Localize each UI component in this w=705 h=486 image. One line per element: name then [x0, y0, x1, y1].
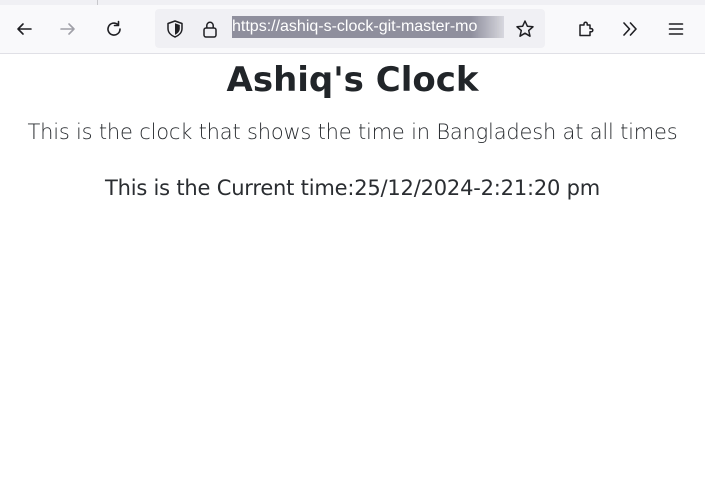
extensions-button[interactable] [570, 13, 602, 45]
overflow-chevrons-icon [623, 22, 637, 36]
reload-button[interactable] [98, 13, 130, 45]
site-info-lock[interactable] [200, 19, 220, 39]
url-text[interactable]: https://ashiq-s-clock-git-master-mo [232, 16, 504, 38]
lock-icon [203, 21, 217, 38]
extensions-icon [579, 21, 594, 37]
star-icon [516, 20, 534, 37]
tracking-protection-shield[interactable] [165, 19, 185, 39]
forward-button[interactable] [52, 13, 84, 45]
overflow-button[interactable] [614, 13, 646, 45]
page-content: Ashiq's Clock This is the clock that sho… [0, 55, 705, 201]
back-button[interactable] [8, 13, 40, 45]
back-arrow-icon [17, 23, 32, 35]
forward-arrow-icon [60, 23, 75, 35]
menu-icon [668, 23, 684, 35]
page-description: This is the clock that shows the time in… [27, 120, 678, 144]
shield-icon [167, 20, 183, 38]
page-title: Ashiq's Clock [226, 60, 479, 100]
current-time-value: 25/12/2024-2:21:20 pm [354, 176, 601, 200]
app-menu-button[interactable] [660, 13, 692, 45]
current-time-line: This is the Current time:25/12/2024-2:21… [0, 175, 705, 201]
bookmark-star-button[interactable] [515, 19, 535, 39]
current-time-prefix: This is the Current time: [104, 176, 355, 200]
reload-icon [107, 20, 121, 36]
